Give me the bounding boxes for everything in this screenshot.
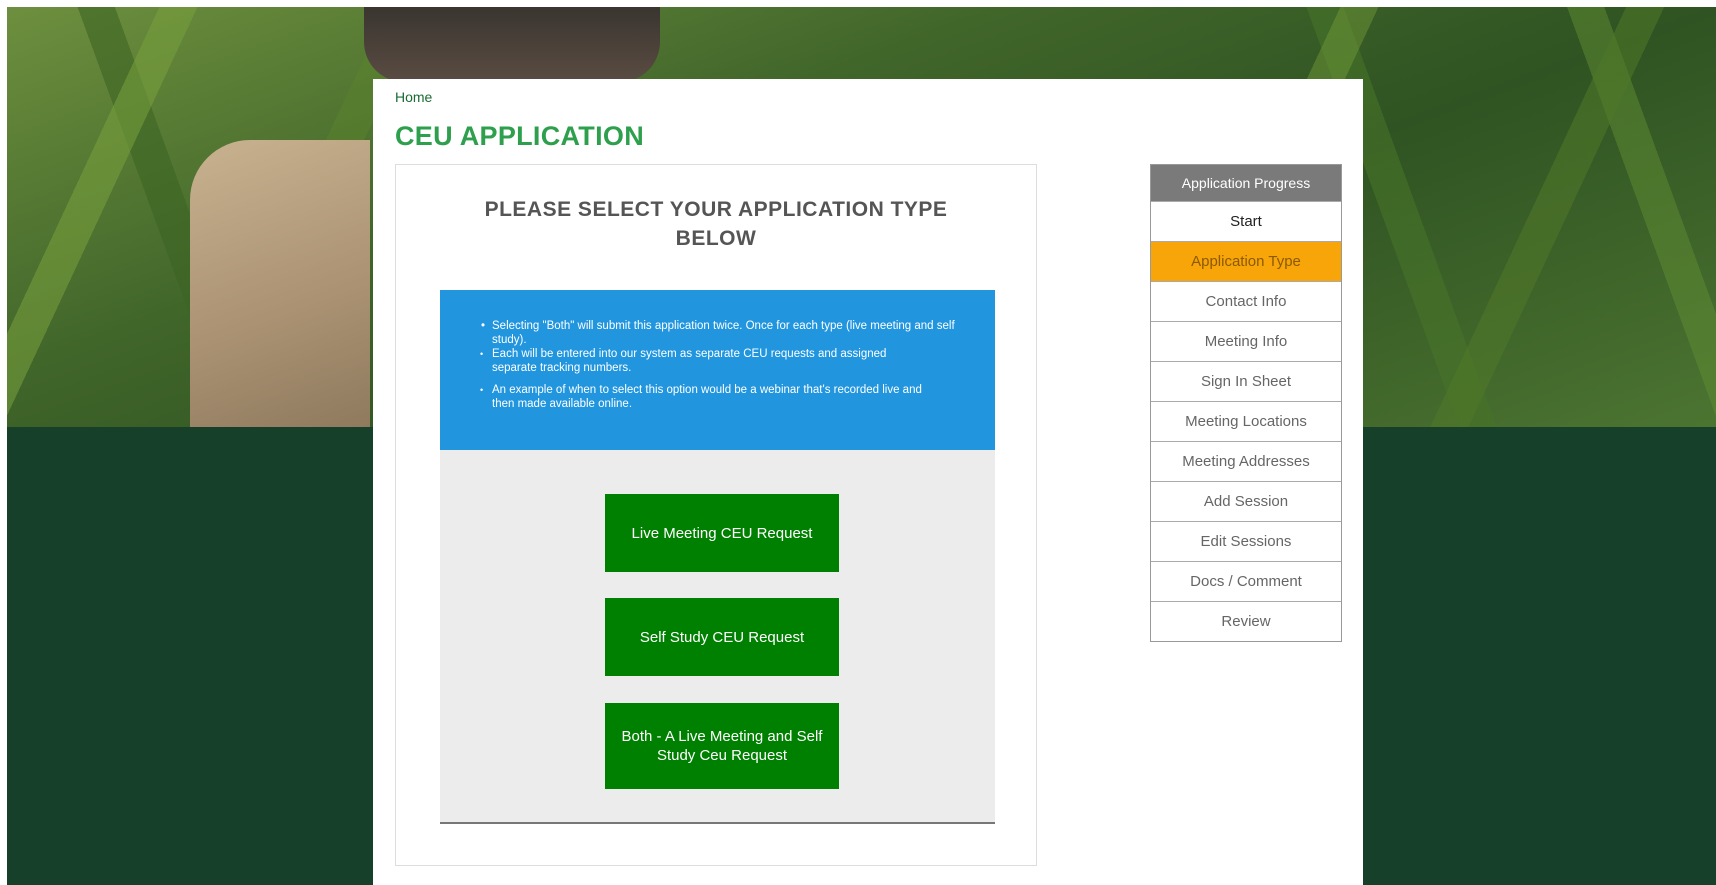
button-area: Live Meeting CEU Request Self Study CEU …	[440, 450, 995, 824]
progress-step-contact-info[interactable]: Contact Info	[1151, 281, 1341, 321]
info-sub-list: Each will be entered into our system as …	[480, 347, 972, 411]
card-heading: PLEASE SELECT YOUR APPLICATION TYPE BELO…	[484, 198, 948, 250]
progress-step-meeting-locations[interactable]: Meeting Locations	[1151, 401, 1341, 441]
progress-step-edit-sessions[interactable]: Edit Sessions	[1151, 521, 1341, 561]
progress-step-application-type[interactable]: Application Type	[1151, 241, 1341, 281]
background-person-head	[364, 7, 660, 82]
background-person-jacket	[190, 140, 370, 427]
live-meeting-ceu-request-button[interactable]: Live Meeting CEU Request	[605, 494, 839, 572]
info-box: Selecting "Both" will submit this applic…	[440, 290, 995, 450]
both-ceu-request-button[interactable]: Both - A Live Meeting and Self Study Ceu…	[605, 703, 839, 789]
info-bullet-main-text: Selecting "Both" will submit this applic…	[492, 320, 955, 346]
breadcrumb-home-link[interactable]: Home	[395, 89, 432, 105]
progress-step-meeting-info[interactable]: Meeting Info	[1151, 321, 1341, 361]
progress-step-review[interactable]: Review	[1151, 601, 1341, 641]
progress-step-meeting-addresses[interactable]: Meeting Addresses	[1151, 441, 1341, 481]
self-study-ceu-request-button[interactable]: Self Study CEU Request	[605, 598, 839, 676]
progress-step-docs-comment[interactable]: Docs / Comment	[1151, 561, 1341, 601]
info-sub-item: An example of when to select this option…	[480, 383, 932, 411]
application-type-card: PLEASE SELECT YOUR APPLICATION TYPE BELO…	[395, 164, 1037, 866]
application-progress-nav: Application Progress Start Application T…	[1150, 164, 1342, 642]
progress-step-add-session[interactable]: Add Session	[1151, 481, 1341, 521]
info-bullet-main: Selecting "Both" will submit this applic…	[480, 319, 972, 419]
page-title: CEU APPLICATION	[395, 121, 645, 151]
main-panel: Home CEU APPLICATION PLEASE SELECT YOUR …	[373, 79, 1363, 885]
progress-step-start[interactable]: Start	[1151, 201, 1341, 241]
info-sub-item: Each will be entered into our system as …	[480, 347, 932, 375]
application-progress-header: Application Progress	[1151, 165, 1341, 201]
progress-step-sign-in-sheet[interactable]: Sign In Sheet	[1151, 361, 1341, 401]
